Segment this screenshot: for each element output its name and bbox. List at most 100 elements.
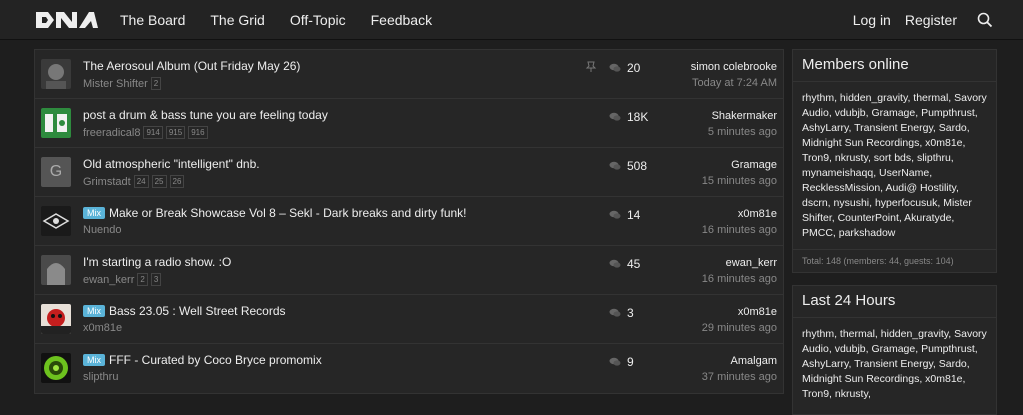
last-post-user[interactable]: x0m81e: [702, 306, 777, 318]
thread-row[interactable]: Mix Make or Break Showcase Vol 8 – Sekl -…: [35, 197, 783, 246]
nav-feedback[interactable]: Feedback: [371, 12, 432, 28]
page-link[interactable]: 914: [143, 126, 163, 139]
prefix-tag[interactable]: Mix: [83, 207, 105, 219]
thread-main: I'm starting a radio show. :O ewan_kerr 2 3: [83, 255, 231, 286]
page-link[interactable]: 916: [188, 126, 208, 139]
thread-author[interactable]: slipthru: [83, 371, 118, 383]
last-post-user[interactable]: simon colebrooke: [691, 61, 777, 73]
last-post: simon colebrooke Today at 7:24 AM: [691, 61, 777, 89]
page-link[interactable]: 25: [151, 175, 167, 188]
thread-title[interactable]: The Aerosoul Album (Out Friday May 26): [83, 59, 300, 73]
last-post-user[interactable]: x0m81e: [702, 208, 777, 220]
members-total: Total: 148 (members: 44, guests: 104): [793, 249, 996, 272]
thread-author[interactable]: Nuendo: [83, 224, 122, 236]
reply-count: 18K: [627, 110, 649, 124]
thread-author[interactable]: freeradical8: [83, 127, 140, 139]
last-post-time[interactable]: 15 minutes ago: [702, 175, 777, 187]
last-post-user[interactable]: ewan_kerr: [702, 257, 777, 269]
members-online-title[interactable]: Members online: [793, 50, 996, 82]
last-post-user[interactable]: Amalgam: [702, 355, 777, 367]
last-post-user[interactable]: Shakermaker: [708, 110, 777, 122]
thread-title[interactable]: Old atmospheric "intelligent" dnb.: [83, 157, 260, 171]
last-post-time[interactable]: Today at 7:24 AM: [691, 77, 777, 89]
last-post-time[interactable]: 37 minutes ago: [702, 371, 777, 383]
replies-icon: [609, 357, 621, 366]
thread-row[interactable]: I'm starting a radio show. :O ewan_kerr 2 3…: [35, 246, 783, 295]
thread-title[interactable]: Make or Break Showcase Vol 8 – Sekl - Da…: [109, 206, 467, 220]
search-icon[interactable]: [977, 12, 993, 28]
thread-row[interactable]: post a drum & bass tune you are feeling …: [35, 99, 783, 148]
reply-count: 14: [627, 208, 641, 222]
thread-title[interactable]: FFF - Curated by Coco Bryce promomix: [109, 353, 322, 367]
nav-the-board[interactable]: The Board: [120, 12, 185, 28]
thread-list: The Aerosoul Album (Out Friday May 26) Mi…: [34, 49, 784, 394]
thread-meta: x0m81e: [83, 322, 286, 334]
avatar[interactable]: [41, 353, 71, 383]
thread-author[interactable]: ewan_kerr: [83, 274, 134, 286]
thread-main: Mix FFF - Curated by Coco Bryce promomix s…: [83, 353, 322, 383]
avatar[interactable]: [41, 255, 71, 285]
avatar[interactable]: [41, 206, 71, 236]
thread-title[interactable]: I'm starting a radio show. :O: [83, 255, 231, 269]
avatar[interactable]: [41, 108, 71, 138]
replies-icon: [609, 63, 621, 72]
reply-count: 508: [627, 159, 648, 173]
replies-icon: [609, 259, 621, 268]
prefix-tag[interactable]: Mix: [83, 354, 105, 366]
thread-row[interactable]: The Aerosoul Album (Out Friday May 26) Mi…: [35, 50, 783, 99]
page-link[interactable]: 2: [137, 273, 148, 286]
reply-count: 45: [627, 257, 641, 271]
last-post-time[interactable]: 16 minutes ago: [702, 224, 777, 236]
thread-main: Mix Bass 23.05 : Well Street Records x0m81…: [83, 304, 286, 334]
thread-title[interactable]: Bass 23.05 : Well Street Records: [109, 304, 286, 318]
thread-row[interactable]: Mix Bass 23.05 : Well Street Records x0m81…: [35, 295, 783, 344]
thread-title[interactable]: post a drum & bass tune you are feeling …: [83, 108, 328, 122]
last-post-user[interactable]: Gramage: [702, 159, 777, 171]
thread-row[interactable]: G Old atmospheric "intelligent" dnb. Grims…: [35, 148, 783, 197]
thread-main: post a drum & bass tune you are feeling …: [83, 108, 328, 139]
last-24-hours-panel: Last 24 Hours rhythm, thermal, hidden_gr…: [792, 285, 997, 415]
thread-title-line: I'm starting a radio show. :O: [83, 255, 231, 269]
nav-off-topic[interactable]: Off-Topic: [290, 12, 346, 28]
top-navbar: The Board The Grid Off-Topic Feedback Lo…: [0, 0, 1023, 40]
prefix-tag[interactable]: Mix: [83, 305, 105, 317]
last-post-time[interactable]: 29 minutes ago: [702, 322, 777, 334]
page-link[interactable]: 26: [169, 175, 185, 188]
page-link[interactable]: 3: [150, 273, 162, 286]
last-post: Shakermaker 5 minutes ago: [708, 110, 777, 138]
thread-meta: slipthru: [83, 371, 322, 383]
replies-icon: [609, 161, 621, 170]
register-link[interactable]: Register: [905, 12, 957, 28]
nav-the-grid[interactable]: The Grid: [210, 12, 264, 28]
thread-title-line: Mix Bass 23.05 : Well Street Records: [83, 304, 286, 318]
members-online-list: rhythm, hidden_gravity, thermal, Savory …: [802, 92, 987, 239]
reply-count: 3: [627, 306, 634, 320]
thread-meta: Grimstadt 24 25 26: [83, 175, 260, 188]
thread-row[interactable]: Mix FFF - Curated by Coco Bryce promomix s…: [35, 344, 783, 393]
login-link[interactable]: Log in: [853, 12, 891, 28]
page-link[interactable]: 24: [133, 175, 149, 188]
last-24-hours-list: rhythm, thermal, hidden_gravity, Savory …: [802, 328, 987, 400]
last-post: Amalgam 37 minutes ago: [702, 355, 777, 383]
thread-author[interactable]: Grimstadt: [83, 176, 131, 188]
thread-title-line: post a drum & bass tune you are feeling …: [83, 108, 328, 122]
avatar[interactable]: G: [41, 157, 71, 187]
last-post: Gramage 15 minutes ago: [702, 159, 777, 187]
thread-author[interactable]: x0m81e: [83, 322, 122, 334]
replies-icon: [609, 112, 621, 121]
last-24-hours-title[interactable]: Last 24 Hours: [793, 286, 996, 318]
thread-author[interactable]: Mister Shifter: [83, 78, 148, 90]
page-link[interactable]: 2: [150, 77, 162, 90]
avatar[interactable]: [41, 59, 71, 89]
last-post-time[interactable]: 5 minutes ago: [708, 126, 777, 138]
last-post-time[interactable]: 16 minutes ago: [702, 273, 777, 285]
thread-title-line: Mix FFF - Curated by Coco Bryce promomix: [83, 353, 322, 367]
thread-title-line: Old atmospheric "intelligent" dnb.: [83, 157, 260, 171]
reply-count: 9: [627, 355, 634, 369]
avatar[interactable]: [41, 304, 71, 334]
replies-icon: [609, 210, 621, 219]
page-link[interactable]: 915: [165, 126, 186, 139]
thread-meta: Nuendo: [83, 224, 467, 236]
last-post: x0m81e 29 minutes ago: [702, 306, 777, 334]
site-logo[interactable]: [34, 10, 100, 30]
